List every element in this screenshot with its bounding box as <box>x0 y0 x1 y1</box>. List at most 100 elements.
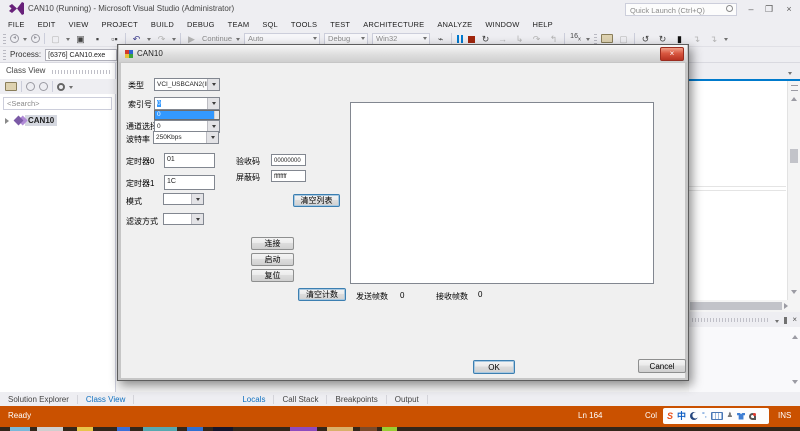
taskbar-icon[interactable] <box>382 427 397 431</box>
taskbar-icon[interactable] <box>143 427 177 431</box>
baud-combobox[interactable]: 250Kbps <box>153 131 219 144</box>
cancel-button[interactable]: Cancel <box>638 359 686 373</box>
restart-icon[interactable]: ↻ <box>479 33 492 45</box>
dialog-title-bar[interactable]: CAN10 <box>119 45 687 62</box>
menu-edit[interactable]: EDIT <box>38 20 56 29</box>
menu-test[interactable]: TEST <box>330 20 350 29</box>
chevron-down-icon[interactable] <box>23 38 27 43</box>
ok-button[interactable]: OK <box>473 360 515 374</box>
gear-icon[interactable] <box>57 82 65 91</box>
sogou-logo-icon[interactable]: S <box>667 409 673 423</box>
tab-overflow-icon[interactable] <box>788 72 792 77</box>
close-button[interactable]: × <box>782 4 796 15</box>
reset-button[interactable]: 复位 <box>251 269 294 282</box>
forward-icon[interactable] <box>39 82 48 91</box>
menu-window[interactable]: WINDOW <box>485 20 519 29</box>
editor-splitter[interactable] <box>689 186 786 191</box>
chevron-down-icon[interactable] <box>147 38 151 43</box>
menu-sql[interactable]: SQL <box>262 20 278 29</box>
add-item-icon[interactable]: ▣ <box>74 33 87 45</box>
soft-keyboard-icon[interactable] <box>710 412 723 420</box>
step-commands-icon[interactable]: ↴ <box>690 33 703 45</box>
menu-view[interactable]: VIEW <box>69 20 89 29</box>
window-position-icon[interactable] <box>775 319 780 325</box>
timer1-input[interactable]: 1C <box>164 175 215 190</box>
show-next-statement-icon[interactable]: → <box>496 33 509 45</box>
debug-configuration-combobox[interactable]: Debug <box>324 32 369 45</box>
clear-list-button[interactable]: 清空列表 <box>293 194 340 207</box>
splitter-grip[interactable] <box>790 85 798 91</box>
menu-build[interactable]: BUILD <box>151 20 174 29</box>
taskbar-icon[interactable] <box>213 427 233 431</box>
new-window-icon[interactable]: ▢ <box>49 33 62 45</box>
step-commands-icon[interactable]: ↴ <box>707 33 720 45</box>
menu-team[interactable]: TEAM <box>228 20 250 29</box>
taskbar-icon[interactable] <box>77 427 93 431</box>
menu-tools[interactable]: TOOLS <box>291 20 317 29</box>
expand-arrow-icon[interactable] <box>5 117 12 124</box>
message-list-box[interactable] <box>350 102 654 284</box>
chevron-down-icon[interactable] <box>207 98 219 109</box>
taskbar-icon[interactable] <box>37 427 63 431</box>
redo-icon[interactable]: ↷ <box>155 33 168 45</box>
clear-count-button[interactable]: 清空计数 <box>298 288 346 301</box>
close-icon[interactable]: × <box>792 316 797 324</box>
chevron-down-icon[interactable] <box>207 79 219 90</box>
auto-combobox[interactable]: Auto <box>244 32 321 45</box>
step-into-icon[interactable]: ↳ <box>513 33 526 45</box>
chevron-down-icon[interactable] <box>191 214 203 224</box>
scroll-down-icon[interactable] <box>791 290 797 297</box>
acceptance-code-input[interactable]: 00000000 <box>271 154 306 166</box>
step-over-icon[interactable]: ↷ <box>530 33 543 45</box>
new-folder-icon[interactable] <box>5 82 17 91</box>
connect-button[interactable]: 连接 <box>251 237 294 250</box>
scrollbar-thumb[interactable] <box>790 149 798 163</box>
pin-icon[interactable] <box>784 316 788 324</box>
skin-icon[interactable] <box>737 412 746 420</box>
start-button[interactable]: 启动 <box>251 253 294 266</box>
scroll-right-icon[interactable] <box>784 303 791 309</box>
breakpoint-column-icon[interactable]: ▮ <box>673 33 686 45</box>
tab-call-stack[interactable]: Call Stack <box>274 394 328 404</box>
taskbar-icon[interactable] <box>327 427 353 431</box>
quick-launch-input[interactable]: Quick Launch (Ctrl+Q) <box>625 3 737 16</box>
taskbar-icon[interactable] <box>10 427 30 431</box>
fullwidth-mode-icon[interactable] <box>690 412 699 420</box>
refresh-breakpoints-icon[interactable]: ↺ <box>639 33 652 45</box>
taskbar-icon[interactable] <box>290 427 317 431</box>
horizontal-scrollbar[interactable] <box>689 300 800 312</box>
chevron-down-icon[interactable] <box>66 38 70 43</box>
filter-combobox[interactable] <box>163 213 204 225</box>
debug-target-icon[interactable]: ⌁ <box>434 33 447 45</box>
bottom-panel-header[interactable]: × <box>689 313 800 327</box>
chevron-down-icon[interactable] <box>191 194 203 204</box>
output-window-icon[interactable] <box>601 34 614 43</box>
back-icon[interactable] <box>26 82 35 91</box>
mode-combobox[interactable] <box>163 193 204 205</box>
scroll-down-icon[interactable] <box>792 380 798 387</box>
toolbox-icon[interactable] <box>749 412 757 420</box>
menu-architecture[interactable]: ARCHITECTURE <box>363 20 424 29</box>
panel-drag-handle[interactable] <box>692 318 771 322</box>
index-dropdown-list[interactable]: 0 <box>154 110 220 120</box>
timer0-input[interactable]: 01 <box>164 153 215 168</box>
tab-locals[interactable]: Locals <box>234 394 275 404</box>
panel-drag-handle[interactable] <box>52 70 110 74</box>
menu-project[interactable]: PROJECT <box>102 20 138 29</box>
tab-class-view[interactable]: Class View <box>78 394 135 404</box>
punctuation-mode-icon[interactable]: °, <box>702 409 707 423</box>
toolbar-grip[interactable] <box>3 33 6 44</box>
taskbar-icon[interactable] <box>187 427 203 431</box>
taskbar-icon[interactable] <box>117 427 130 431</box>
tab-breakpoints[interactable]: Breakpoints <box>327 394 387 404</box>
save-all-icon[interactable]: ▫▪ <box>108 33 121 45</box>
menu-help[interactable]: HELP <box>532 20 552 29</box>
chevron-down-icon[interactable] <box>206 132 218 143</box>
index-combobox[interactable]: 0 <box>154 97 220 110</box>
continue-button[interactable]: Continue <box>202 34 232 43</box>
dropdown-item-selected[interactable]: 0 <box>155 111 214 119</box>
menu-debug[interactable]: DEBUG <box>187 20 215 29</box>
platform-combobox[interactable]: Win32 <box>372 32 431 45</box>
tab-solution-explorer[interactable]: Solution Explorer <box>0 394 78 404</box>
toolbar-grip[interactable] <box>3 49 6 60</box>
